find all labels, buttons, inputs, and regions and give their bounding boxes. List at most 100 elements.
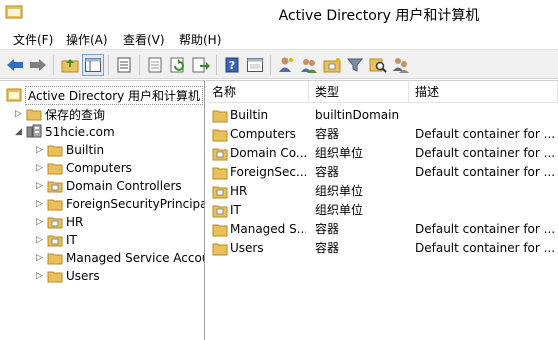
list-cell-description bbox=[415, 201, 555, 220]
tree-item-hr[interactable]: ▷ HR bbox=[35, 213, 83, 231]
tree-item-domain-controllers[interactable]: ▷ Domain Controllers bbox=[35, 177, 182, 195]
add-user-icon[interactable] bbox=[275, 54, 297, 76]
console-icon[interactable] bbox=[244, 54, 266, 76]
list-cell-type: 容器 bbox=[315, 241, 340, 255]
domain-icon bbox=[26, 124, 42, 138]
add-ou-icon[interactable] bbox=[321, 54, 343, 76]
list-pane[interactable]: 名称 类型 描述 Builtin builtinDomain Computers… bbox=[206, 80, 558, 340]
list-cell-description bbox=[415, 106, 555, 125]
tree-item-it[interactable]: ▷ IT bbox=[35, 231, 77, 249]
toolbar-separator bbox=[216, 55, 217, 75]
tree-item-users[interactable]: ▷ Users bbox=[35, 267, 100, 285]
tree-item-managed-service-accounts[interactable]: ▷ Managed Service Accounts bbox=[35, 249, 204, 267]
collapse-arrow-icon[interactable]: ◢ bbox=[14, 123, 23, 141]
list-cell-name: ForeignSec... bbox=[230, 165, 306, 179]
help-icon[interactable]: ? bbox=[221, 54, 243, 76]
list-cell-type: 容器 bbox=[315, 222, 340, 236]
refresh-icon[interactable] bbox=[167, 54, 189, 76]
tree-item-label: Computers bbox=[66, 161, 132, 175]
menu-bar: 文件(F) 操作(A) 查看(V) 帮助(H) bbox=[0, 28, 558, 49]
ou-folder-icon bbox=[212, 148, 228, 161]
list-item[interactable]: ForeignSec... 容器 Default container for .… bbox=[206, 163, 558, 182]
tree-item-domain[interactable]: ◢ 51hcie.com bbox=[14, 123, 115, 141]
tree-item-label: Builtin bbox=[66, 143, 105, 157]
list-item[interactable]: Computers 容器 Default container for ... bbox=[206, 125, 558, 144]
list-cell-name: HR bbox=[230, 184, 248, 198]
expand-arrow-icon[interactable]: ▷ bbox=[35, 231, 44, 249]
find-icon[interactable] bbox=[367, 54, 389, 76]
tree-root[interactable]: Active Directory 用户和计算机 bbox=[6, 85, 204, 105]
tree-item-label: IT bbox=[66, 233, 77, 247]
tree-pane[interactable]: Active Directory 用户和计算机 ▷ 保存的查询 ◢ 51hcie… bbox=[0, 80, 205, 340]
folder-icon bbox=[212, 224, 228, 237]
list-cell-type: 容器 bbox=[315, 127, 340, 141]
ou-folder-icon bbox=[47, 181, 63, 193]
list-cell-description: Default container for ... bbox=[415, 222, 555, 236]
expand-arrow-icon[interactable]: ▷ bbox=[35, 195, 44, 213]
expand-arrow-icon[interactable]: ▷ bbox=[35, 177, 44, 195]
expand-arrow-icon[interactable]: ▷ bbox=[35, 249, 44, 267]
up-folder-icon[interactable] bbox=[59, 54, 81, 76]
tree-item-builtin[interactable]: ▷ Builtin bbox=[35, 141, 104, 159]
expand-arrow-icon[interactable]: ▷ bbox=[35, 267, 44, 285]
forward-icon[interactable] bbox=[27, 54, 49, 76]
column-header-type[interactable]: 类型 bbox=[309, 81, 409, 103]
tree-item-label: Domain Controllers bbox=[66, 179, 182, 193]
expand-arrow-icon[interactable]: ▷ bbox=[14, 105, 23, 123]
list-item[interactable]: Domain Co... 组织单位 Default container for … bbox=[206, 144, 558, 163]
tree-item-saved-queries[interactable]: ▷ 保存的查询 bbox=[14, 105, 105, 123]
window-title: Active Directory 用户和计算机 bbox=[278, 8, 480, 24]
list-cell-description bbox=[415, 182, 555, 201]
folder-icon bbox=[47, 145, 63, 157]
list-cell-description: Default container for ... bbox=[415, 146, 555, 160]
tree-item-foreign-security-principals[interactable]: ▷ ForeignSecurityPrincipals bbox=[35, 195, 204, 213]
list-item[interactable]: Users 容器 Default container for ... bbox=[206, 239, 558, 258]
menu-action[interactable]: 操作(A) bbox=[66, 31, 108, 48]
list-cell-description: Default container for ... bbox=[415, 241, 555, 255]
expand-arrow-icon[interactable]: ▷ bbox=[35, 141, 44, 159]
list-cell-name: Domain Co... bbox=[230, 146, 306, 160]
list-cell-name: IT bbox=[230, 203, 241, 217]
delegate-icon[interactable] bbox=[390, 54, 412, 76]
folder-icon bbox=[26, 109, 42, 121]
list-item[interactable]: IT 组织单位 bbox=[206, 201, 558, 220]
folder-icon bbox=[212, 110, 228, 123]
toolbar-separator bbox=[139, 55, 140, 75]
menu-view[interactable]: 查看(V) bbox=[123, 31, 165, 48]
list-item[interactable]: Managed S... 容器 Default container for ..… bbox=[206, 220, 558, 239]
filter-icon[interactable] bbox=[344, 54, 366, 76]
folder-icon bbox=[212, 129, 228, 142]
export-icon[interactable] bbox=[190, 54, 212, 76]
folder-icon bbox=[212, 243, 228, 256]
expand-arrow-icon[interactable]: ▷ bbox=[35, 159, 44, 177]
ou-folder-icon bbox=[212, 186, 228, 199]
column-header-description[interactable]: 描述 bbox=[409, 81, 558, 103]
tree-root-label: Active Directory 用户和计算机 bbox=[25, 85, 204, 105]
list-cell-type: 组织单位 bbox=[315, 203, 364, 217]
list-cell-type: 容器 bbox=[315, 165, 340, 179]
properties-icon[interactable] bbox=[113, 54, 135, 76]
list-cell-name: Computers bbox=[230, 127, 296, 141]
list-item[interactable]: Builtin builtinDomain bbox=[206, 106, 558, 125]
tree-item-label: Managed Service Accounts bbox=[66, 251, 204, 265]
list-cell-name: Users bbox=[230, 241, 264, 255]
show-tree-icon[interactable] bbox=[82, 54, 104, 76]
export-list-icon[interactable] bbox=[144, 54, 166, 76]
ou-folder-icon bbox=[47, 235, 63, 247]
tree-item-computers[interactable]: ▷ Computers bbox=[35, 159, 132, 177]
toolbar-separator bbox=[108, 55, 109, 75]
list-cell-description: Default container for ... bbox=[415, 165, 555, 179]
expand-arrow-icon[interactable]: ▷ bbox=[35, 213, 44, 231]
tree-item-label: 51hcie.com bbox=[45, 125, 115, 139]
add-group-icon[interactable] bbox=[298, 54, 320, 76]
folder-icon bbox=[47, 199, 63, 211]
back-icon[interactable] bbox=[4, 54, 26, 76]
column-header-name[interactable]: 名称 bbox=[206, 81, 309, 103]
list-cell-type: builtinDomain bbox=[315, 108, 400, 122]
folder-icon bbox=[212, 167, 228, 180]
menu-help[interactable]: 帮助(H) bbox=[179, 31, 221, 48]
menu-file[interactable]: 文件(F) bbox=[13, 31, 53, 48]
list-item[interactable]: HR 组织单位 bbox=[206, 182, 558, 201]
list-cell-type: 组织单位 bbox=[315, 184, 364, 198]
toolbar: ? bbox=[0, 49, 558, 79]
